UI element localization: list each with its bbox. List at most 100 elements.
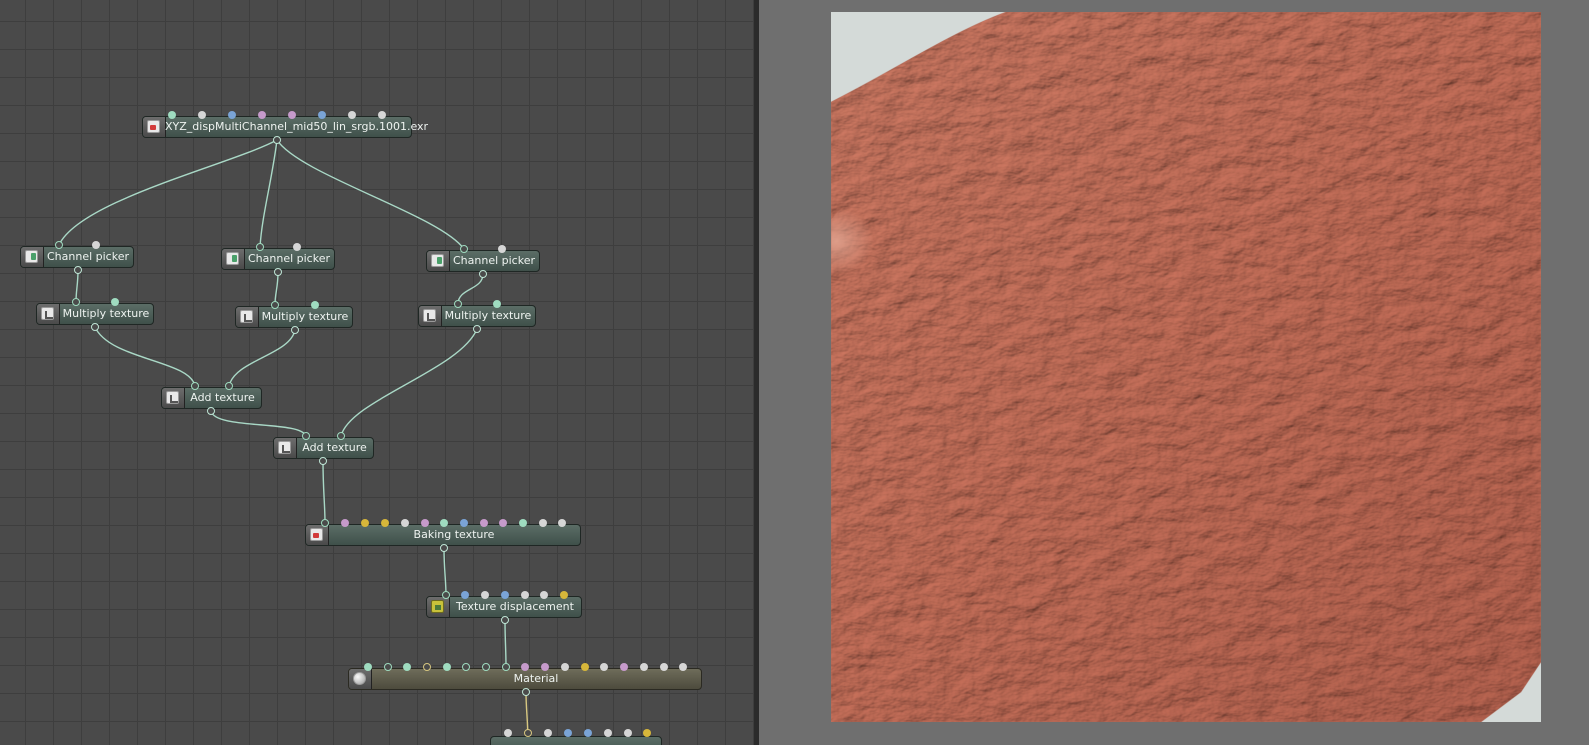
- input-port[interactable]: [640, 663, 648, 671]
- input-port[interactable]: [581, 663, 589, 671]
- input-port[interactable]: [361, 519, 369, 527]
- node-source-image[interactable]: XYZ_dispMultiChannel_mid50_lin_srgb.1001…: [142, 116, 428, 138]
- output-port[interactable]: [74, 266, 82, 274]
- input-port[interactable]: [321, 519, 329, 527]
- node-icon-box: [143, 117, 166, 137]
- node-baking-texture[interactable]: Baking texture: [305, 524, 581, 546]
- input-port[interactable]: [564, 729, 572, 737]
- input-port[interactable]: [643, 729, 651, 737]
- input-port[interactable]: [440, 519, 448, 527]
- node-channel-picker[interactable]: Channel picker: [426, 250, 540, 272]
- input-port[interactable]: [519, 519, 527, 527]
- output-port[interactable]: [479, 270, 487, 278]
- input-port[interactable]: [288, 111, 296, 119]
- input-port[interactable]: [624, 729, 632, 737]
- input-port[interactable]: [293, 243, 301, 251]
- input-port[interactable]: [462, 663, 470, 671]
- input-port[interactable]: [423, 663, 431, 671]
- output-port[interactable]: [319, 457, 327, 465]
- output-port[interactable]: [473, 325, 481, 333]
- wire-multiply-1-to-add-1: [94, 326, 196, 387]
- input-port[interactable]: [191, 382, 199, 390]
- input-port[interactable]: [460, 519, 468, 527]
- node-partial-offscreen[interactable]: [490, 736, 662, 745]
- input-port[interactable]: [168, 111, 176, 119]
- input-port[interactable]: [381, 519, 389, 527]
- input-port[interactable]: [493, 300, 501, 308]
- output-port[interactable]: [291, 326, 299, 334]
- input-port[interactable]: [540, 591, 548, 599]
- input-port[interactable]: [92, 241, 100, 249]
- input-port[interactable]: [561, 663, 569, 671]
- render-viewport[interactable]: [759, 0, 1589, 745]
- node-icon-box: [21, 247, 44, 267]
- input-port[interactable]: [403, 663, 411, 671]
- input-port[interactable]: [55, 241, 63, 249]
- input-port[interactable]: [541, 663, 549, 671]
- output-port[interactable]: [91, 323, 99, 331]
- input-port[interactable]: [539, 519, 547, 527]
- input-port[interactable]: [72, 298, 80, 306]
- node-channel-picker[interactable]: Channel picker: [221, 248, 335, 270]
- input-port[interactable]: [302, 432, 310, 440]
- input-port[interactable]: [482, 663, 490, 671]
- input-port[interactable]: [311, 301, 319, 309]
- input-port[interactable]: [498, 245, 506, 253]
- input-port[interactable]: [660, 663, 668, 671]
- node-graph-editor[interactable]: XYZ_dispMultiChannel_mid50_lin_srgb.1001…: [0, 0, 754, 745]
- input-port[interactable]: [442, 591, 450, 599]
- input-port[interactable]: [521, 663, 529, 671]
- input-port[interactable]: [111, 298, 119, 306]
- input-port[interactable]: [198, 111, 206, 119]
- node-add-texture[interactable]: Add texture: [273, 437, 374, 459]
- input-port[interactable]: [501, 591, 509, 599]
- input-port[interactable]: [337, 432, 345, 440]
- node-texture-displacement[interactable]: Texture displacement: [426, 596, 582, 618]
- wire-multiply-3-to-add-2: [340, 328, 478, 437]
- output-port[interactable]: [274, 268, 282, 276]
- node-multiply-texture[interactable]: Multiply texture: [36, 303, 154, 325]
- input-port[interactable]: [499, 519, 507, 527]
- input-port[interactable]: [502, 663, 510, 671]
- input-port[interactable]: [348, 111, 356, 119]
- input-port[interactable]: [521, 591, 529, 599]
- node-multiply-texture[interactable]: Multiply texture: [418, 305, 536, 327]
- input-port[interactable]: [604, 729, 612, 737]
- input-port[interactable]: [454, 300, 462, 308]
- input-port[interactable]: [443, 663, 451, 671]
- input-port[interactable]: [679, 663, 687, 671]
- input-port[interactable]: [481, 591, 489, 599]
- input-port[interactable]: [544, 729, 552, 737]
- input-port[interactable]: [584, 729, 592, 737]
- input-port[interactable]: [620, 663, 628, 671]
- output-port[interactable]: [501, 616, 509, 624]
- input-port[interactable]: [341, 519, 349, 527]
- node-material[interactable]: Material: [348, 668, 702, 690]
- input-port[interactable]: [364, 663, 372, 671]
- node-multiply-texture[interactable]: Multiply texture: [235, 306, 353, 328]
- output-port[interactable]: [522, 688, 530, 696]
- input-port[interactable]: [504, 729, 512, 737]
- input-port[interactable]: [558, 519, 566, 527]
- input-port[interactable]: [271, 301, 279, 309]
- input-port[interactable]: [560, 591, 568, 599]
- input-port[interactable]: [228, 111, 236, 119]
- input-port[interactable]: [600, 663, 608, 671]
- input-port[interactable]: [421, 519, 429, 527]
- input-port[interactable]: [461, 591, 469, 599]
- node-channel-picker[interactable]: Channel picker: [20, 246, 134, 268]
- input-port[interactable]: [401, 519, 409, 527]
- input-port[interactable]: [384, 663, 392, 671]
- output-port[interactable]: [273, 136, 281, 144]
- node-add-texture[interactable]: Add texture: [161, 387, 262, 409]
- input-port[interactable]: [318, 111, 326, 119]
- input-port[interactable]: [256, 243, 264, 251]
- input-port[interactable]: [225, 382, 233, 390]
- input-port[interactable]: [460, 245, 468, 253]
- output-port[interactable]: [207, 407, 215, 415]
- input-port[interactable]: [480, 519, 488, 527]
- output-port[interactable]: [440, 544, 448, 552]
- input-port[interactable]: [524, 729, 532, 737]
- input-port[interactable]: [258, 111, 266, 119]
- input-port[interactable]: [378, 111, 386, 119]
